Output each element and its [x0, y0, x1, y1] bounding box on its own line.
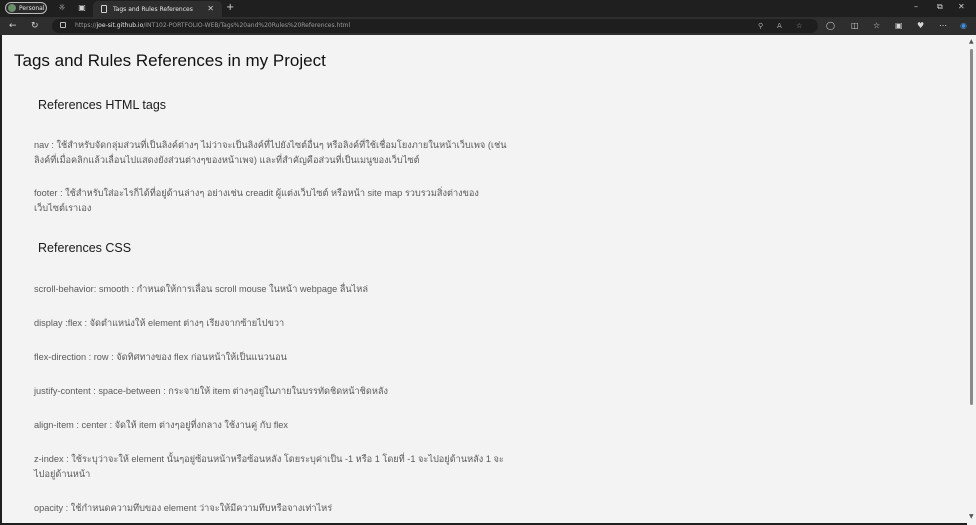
page-title: Tags and Rules References in my Project [14, 51, 326, 70]
css-item-justify-content: justify-content : space-between : กระจาย… [34, 386, 389, 396]
copilot-icon[interactable]: ◉ [960, 21, 967, 31]
close-tab-icon[interactable]: ✕ [207, 4, 214, 13]
css-references-heading: References CSS [38, 241, 132, 255]
page-icon [101, 5, 107, 13]
html-item-nav: nav : ใช้สำหรับจัดกลุ่มส่วนที่เป็นลิงค์ต… [34, 140, 507, 165]
url-text: https://joe-sit.github.io/INT102-PORTFOL… [75, 22, 351, 29]
back-icon[interactable]: ← [9, 20, 17, 32]
css-item-display-flex: display :flex : จัดตำแหน่งให้ element ต่… [34, 318, 285, 328]
workspaces-icon[interactable]: ☼ [57, 3, 67, 13]
new-tab-button[interactable]: + [226, 2, 234, 14]
css-item-flex-direction: flex-direction : row : จัดทิศทางของ flex… [34, 352, 287, 362]
address-bar[interactable]: https://joe-sit.github.io/INT102-PORTFOL… [52, 19, 818, 33]
css-item-opacity: opacity : ใช้กำหนดความทึบของ element ว่า… [34, 503, 333, 513]
tab-actions-icon[interactable]: ▣ [77, 3, 87, 13]
restore-icon[interactable]: ⧉ [937, 2, 943, 12]
vertical-scrollbar[interactable]: ▲ ▼ [967, 35, 976, 525]
html-references-heading: References HTML tags [38, 98, 167, 112]
tab-strip: Personal ☼ ▣ Tags and Rules References ✕… [0, 0, 976, 17]
favorites-icon[interactable]: ☆ [873, 21, 880, 31]
profile-button[interactable]: Personal [5, 2, 47, 14]
lock-icon[interactable] [60, 22, 66, 28]
avatar [8, 4, 16, 12]
css-item-align-item: align-item : center : จัดให้ item ต่างๆอ… [34, 420, 289, 430]
collections-icon[interactable]: ▣ [895, 21, 903, 31]
profile-label: Personal [19, 4, 45, 12]
css-item-scroll-behavior: scroll-behavior: smooth : กำหนดให้การเลื… [34, 284, 368, 294]
close-window-icon[interactable]: ✕ [958, 2, 965, 11]
css-item-z-index: z-index : ใช้ระบุว่าจะให้ element นั้นๆอ… [34, 454, 504, 479]
extension-icon[interactable]: ◯ [826, 21, 835, 31]
split-screen-icon[interactable]: ◫ [851, 21, 859, 31]
zoom-icon[interactable]: ⚲ [758, 22, 763, 30]
toolbar: ← ↻ https://joe-sit.github.io/INT102-POR… [0, 17, 976, 35]
scroll-up-icon[interactable]: ▲ [969, 38, 974, 45]
minimize-icon[interactable]: – [914, 2, 918, 11]
scroll-down-icon[interactable]: ▼ [969, 513, 974, 520]
browser-essentials-icon[interactable]: ♥ [917, 21, 924, 31]
page-viewport: Tags and Rules References in my Project … [2, 35, 967, 523]
tab-active[interactable]: Tags and Rules References ✕ [93, 1, 222, 17]
html-item-footer: footer : ใช้สำหรับใส่อะไรก็ได้ที่อยู่ด้า… [34, 188, 479, 213]
favorite-star-icon[interactable]: ☆ [796, 22, 802, 30]
refresh-icon[interactable]: ↻ [31, 20, 39, 32]
tab-title: Tags and Rules References [113, 5, 193, 13]
more-menu-icon[interactable]: ⋯ [939, 21, 947, 31]
scrollbar-thumb[interactable] [970, 49, 973, 405]
read-aloud-icon[interactable]: A [777, 22, 782, 30]
